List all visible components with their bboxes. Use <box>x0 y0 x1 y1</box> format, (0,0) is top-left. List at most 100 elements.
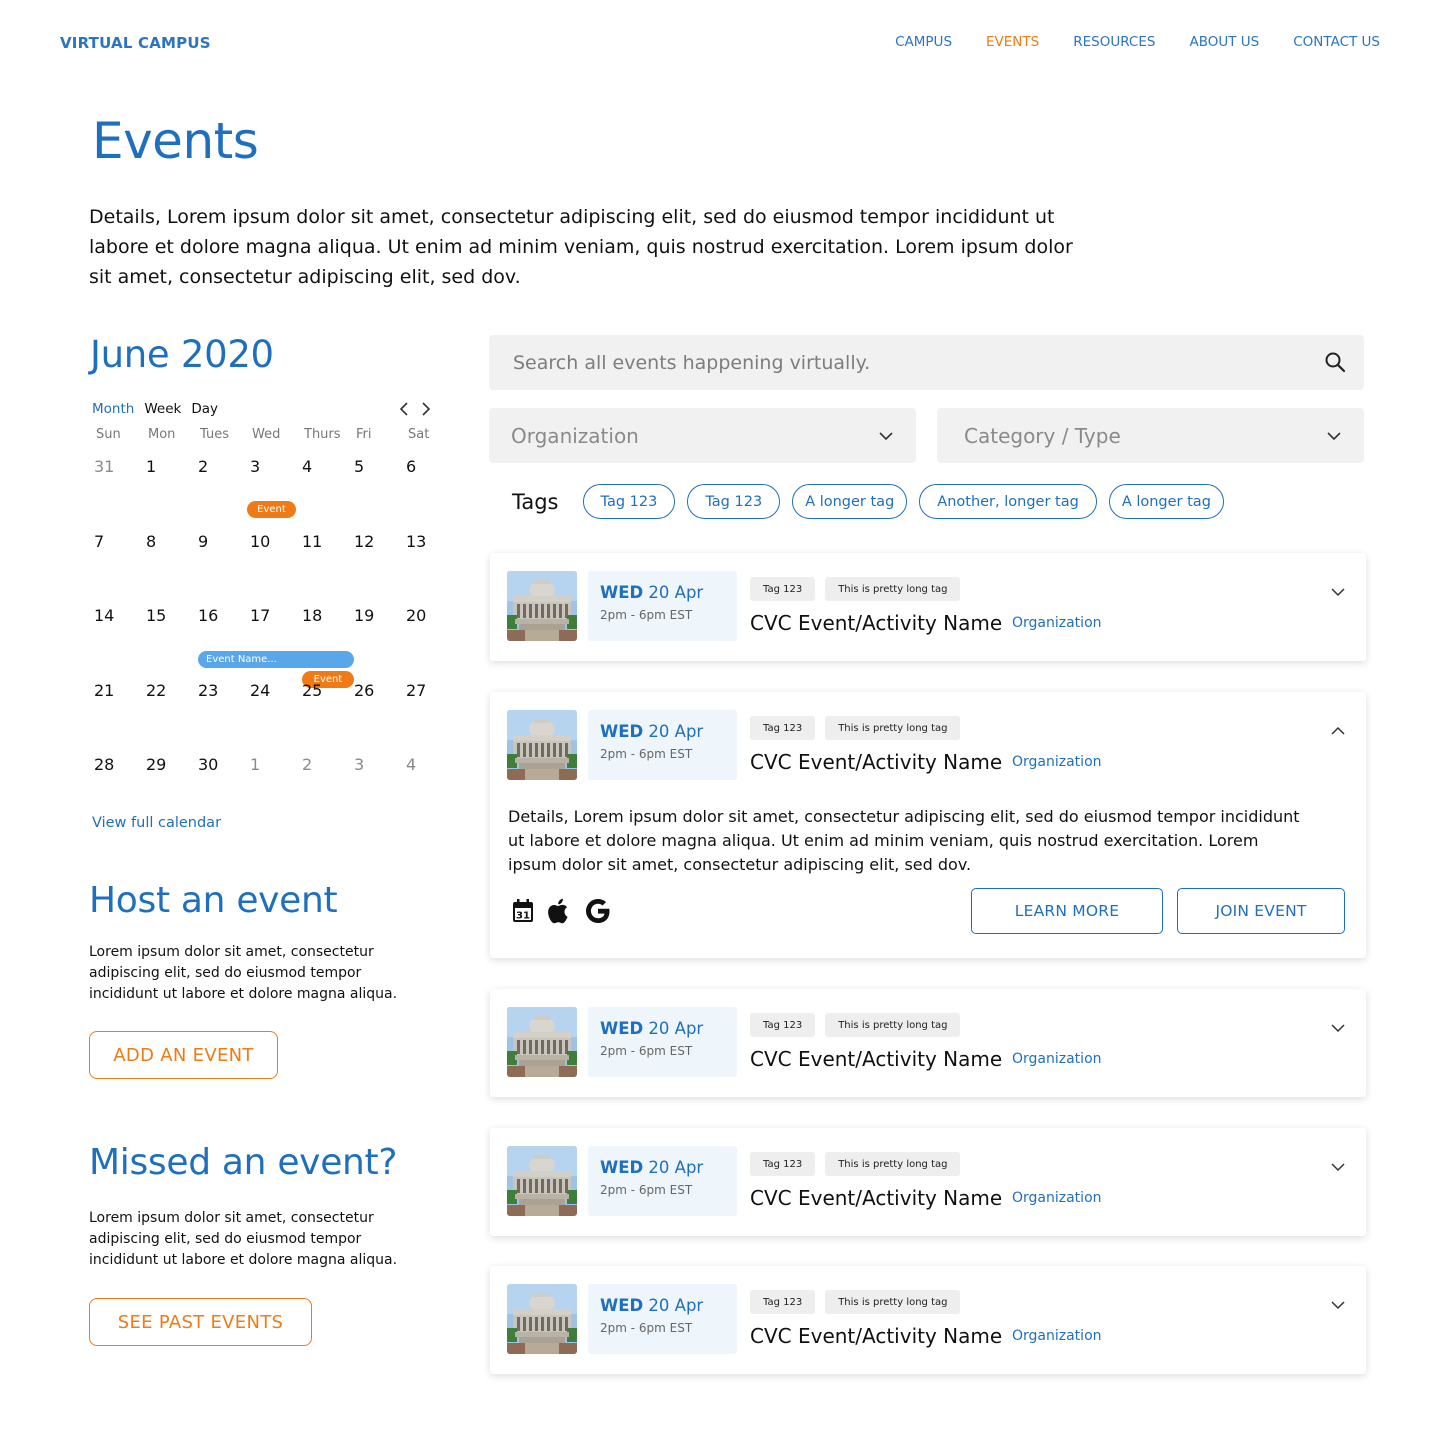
calendar-icon[interactable]: 31 <box>512 899 534 927</box>
calendar-day[interactable]: 29 <box>140 749 192 824</box>
event-name[interactable]: CVC Event/Activity Name <box>750 750 1002 774</box>
google-icon[interactable] <box>584 897 612 929</box>
calendar-day[interactable]: 3 <box>348 749 400 824</box>
calendar-day[interactable]: 2 <box>296 749 348 824</box>
tag-chip[interactable]: A longer tag <box>792 484 908 519</box>
event-tags: Tag 123 This is pretty long tag <box>750 1152 961 1176</box>
view-full-calendar-link[interactable]: View full calendar <box>92 815 221 831</box>
nav-resources[interactable]: RESOURCES <box>1073 34 1155 50</box>
event-details: Details, Lorem ipsum dolor sit amet, con… <box>508 807 1300 874</box>
chevron-down-icon[interactable] <box>1330 583 1346 597</box>
event-card[interactable]: WED 20 Apr 2pm - 6pm EST Tag 123 This is… <box>490 989 1366 1097</box>
nav-contact-us[interactable]: CONTACT US <box>1293 34 1380 50</box>
calendar-week: 21 22 23 24 25 26 27 <box>88 675 444 750</box>
calendar-day[interactable]: 23 <box>192 675 244 750</box>
view-week[interactable]: Week <box>144 401 181 417</box>
chevron-right-icon[interactable] <box>420 398 432 420</box>
chevron-down-icon[interactable] <box>1330 1158 1346 1172</box>
nav-campus[interactable]: CAMPUS <box>895 34 952 50</box>
event-day: WED <box>600 583 644 602</box>
page-intro: Details, Lorem ipsum dolor sit amet, con… <box>89 206 1073 288</box>
join-event-button[interactable]: JOIN EVENT <box>1177 888 1345 934</box>
event-tag[interactable]: This is pretty long tag <box>825 716 961 740</box>
search-icon[interactable] <box>1324 351 1346 373</box>
tag-chip[interactable]: Tag 123 <box>582 484 676 519</box>
calendar-day[interactable]: 31 <box>88 451 140 526</box>
chevron-up-icon[interactable] <box>1330 722 1346 735</box>
calendar-day[interactable]: 22 <box>140 675 192 750</box>
calendar-day[interactable]: 15 <box>140 600 192 675</box>
calendar-day[interactable]: 5 <box>348 451 400 526</box>
event-tag[interactable]: This is pretty long tag <box>825 1013 961 1037</box>
event-name[interactable]: CVC Event/Activity Name <box>750 1186 1002 1210</box>
site-logo[interactable]: VIRTUAL CAMPUS <box>60 34 211 52</box>
add-event-button[interactable]: ADD AN EVENT <box>89 1031 278 1079</box>
organization-select[interactable]: Organization <box>489 408 916 463</box>
event-organization[interactable]: Organization <box>1012 754 1102 770</box>
event-tag[interactable]: This is pretty long tag <box>825 1290 961 1314</box>
calendar-day[interactable]: 2 <box>192 451 244 526</box>
event-name[interactable]: CVC Event/Activity Name <box>750 611 1002 635</box>
tag-chip[interactable]: Another, longer tag <box>919 484 1097 519</box>
calendar-day[interactable]: 21 <box>88 675 140 750</box>
event-name[interactable]: CVC Event/Activity Name <box>750 1324 1002 1348</box>
learn-more-button[interactable]: LEARN MORE <box>971 888 1163 934</box>
see-past-events-button[interactable]: SEE PAST EVENTS <box>89 1298 312 1346</box>
calendar-event-pill[interactable]: Event <box>247 501 296 518</box>
event-card[interactable]: WED 20 Apr 2pm - 6pm EST Tag 123 This is… <box>490 553 1366 661</box>
event-card[interactable]: WED 20 Apr 2pm - 6pm EST Tag 123 This is… <box>490 1128 1366 1236</box>
calendar-day[interactable]: 14 <box>88 600 140 675</box>
calendar-day[interactable]: 27 <box>400 675 452 750</box>
tag-chip[interactable]: A longer tag <box>1108 484 1224 519</box>
event-tag[interactable]: Tag 123 <box>750 577 816 601</box>
tag-chip[interactable]: Tag 123 <box>687 484 781 519</box>
chevron-down-icon[interactable] <box>1330 1296 1346 1310</box>
event-date: 20 Apr <box>648 1296 704 1315</box>
calendar-day[interactable]: 20 <box>400 600 452 675</box>
event-organization[interactable]: Organization <box>1012 1328 1102 1344</box>
event-tag[interactable]: Tag 123 <box>750 1152 816 1176</box>
event-tag[interactable]: This is pretty long tag <box>825 577 961 601</box>
event-tag[interactable]: Tag 123 <box>750 1290 816 1314</box>
calendar-day[interactable]: 12 <box>348 526 400 601</box>
calendar-day[interactable]: 7 <box>88 526 140 601</box>
calendar-day[interactable]: 30 <box>192 749 244 824</box>
calendar-day[interactable]: 28 <box>88 749 140 824</box>
calendar-day[interactable]: 19 <box>348 600 400 675</box>
calendar-day[interactable]: 9 <box>192 526 244 601</box>
event-name[interactable]: CVC Event/Activity Name <box>750 1047 1002 1071</box>
calendar-day[interactable]: 6 <box>400 451 452 526</box>
calendar-day[interactable]: 13 <box>400 526 452 601</box>
apple-icon[interactable] <box>546 897 572 929</box>
calendar-day[interactable]: 10 <box>244 526 296 601</box>
event-time: 2pm - 6pm EST <box>600 608 693 622</box>
view-month[interactable]: Month <box>92 401 134 417</box>
calendar-day[interactable]: 4 <box>400 749 452 824</box>
event-tag[interactable]: Tag 123 <box>750 716 816 740</box>
category-select[interactable]: Category / Type <box>937 408 1364 463</box>
event-organization[interactable]: Organization <box>1012 615 1102 631</box>
calendar-day[interactable]: 1 <box>140 451 192 526</box>
calendar-day[interactable]: 24 <box>244 675 296 750</box>
chevron-down-icon[interactable] <box>1330 1019 1346 1033</box>
calendar-day[interactable]: 11 <box>296 526 348 601</box>
event-tag[interactable]: Tag 123 <box>750 1013 816 1037</box>
event-organization[interactable]: Organization <box>1012 1051 1102 1067</box>
event-tag[interactable]: This is pretty long tag <box>825 1152 961 1176</box>
event-organization[interactable]: Organization <box>1012 1190 1102 1206</box>
event-card[interactable]: WED 20 Apr 2pm - 6pm EST Tag 123 This is… <box>490 692 1366 958</box>
search-input[interactable] <box>513 351 1293 374</box>
calendar-day[interactable]: 4 <box>296 451 348 526</box>
nav-about-us[interactable]: ABOUT US <box>1189 34 1259 50</box>
event-card[interactable]: WED 20 Apr 2pm - 6pm EST Tag 123 This is… <box>490 1266 1366 1374</box>
nav-events[interactable]: EVENTS <box>986 34 1039 50</box>
calendar-day[interactable]: 25 <box>296 675 348 750</box>
view-day[interactable]: Day <box>191 401 218 417</box>
calendar-event-span[interactable]: Event Name... <box>198 651 354 668</box>
calendar-day[interactable]: 26 <box>348 675 400 750</box>
calendar-day[interactable]: 1 <box>244 749 296 824</box>
main-nav: CAMPUS EVENTS RESOURCES ABOUT US CONTACT… <box>895 34 1380 50</box>
chevron-left-icon[interactable] <box>398 398 410 420</box>
calendar-day[interactable]: 8 <box>140 526 192 601</box>
event-date-box: WED 20 Apr 2pm - 6pm EST <box>588 1284 737 1354</box>
